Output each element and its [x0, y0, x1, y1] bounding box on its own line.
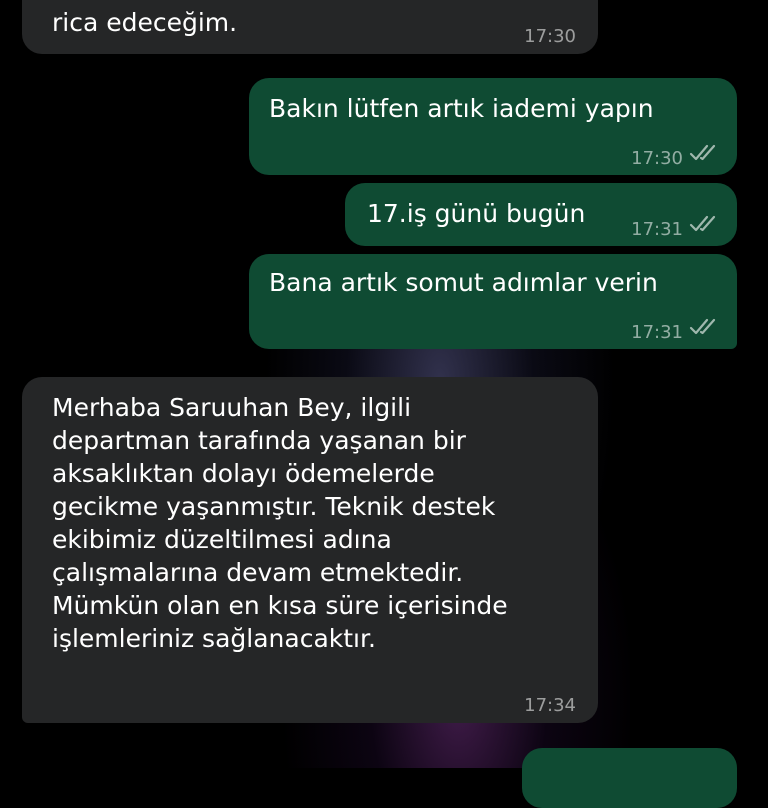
message-line: Mümkün olan en kısa süre içerisinde [52, 591, 508, 620]
message-outgoing[interactable]: Bakın lütfen artık iademi yapın 17:30 [249, 78, 737, 175]
double-check-icon [689, 215, 716, 232]
message-time: 17:31 [631, 219, 683, 240]
message-line: aksaklıktan dolayı ödemelerde [52, 459, 435, 488]
message-time: 17:34 [524, 695, 576, 716]
message-line: Merhaba Saruuhan Bey, ilgili [52, 393, 412, 422]
message-outgoing[interactable]: 17.iş günü bugün 17:31 [345, 183, 737, 246]
message-line: gecikme yaşanmıştır. Teknik destek [52, 492, 496, 521]
message-time: 17:30 [524, 26, 576, 47]
message-incoming[interactable]: Merhaba Saruuhan Bey, ilgili departman t… [22, 377, 598, 723]
message-outgoing[interactable]: Bana artık somut adımlar verin 17:31 [249, 254, 737, 349]
message-time: 17:31 [631, 322, 683, 343]
message-time: 17:30 [631, 148, 683, 169]
message-outgoing[interactable] [522, 748, 737, 808]
double-check-icon [689, 318, 716, 335]
message-text: rica edeceğim. [52, 8, 238, 37]
message-line: departman tarafında yaşanan bir [52, 426, 466, 455]
message-incoming[interactable]: rica edeceğim. 17:30 [22, 0, 598, 54]
message-text: Merhaba Saruuhan Bey, ilgili departman t… [52, 391, 508, 655]
message-text: Bana artık somut adımlar verin [269, 268, 658, 297]
message-text: Bakın lütfen artık iademi yapın [269, 94, 654, 123]
double-check-icon [689, 144, 716, 161]
message-line: çalışmalarına devam etmektedir. [52, 558, 464, 587]
message-line: ekibimiz düzeltilmesi adına [52, 525, 392, 554]
message-line: işlemleriniz sağlanacaktır. [52, 624, 376, 653]
message-text: 17.iş günü bugün [367, 199, 586, 228]
